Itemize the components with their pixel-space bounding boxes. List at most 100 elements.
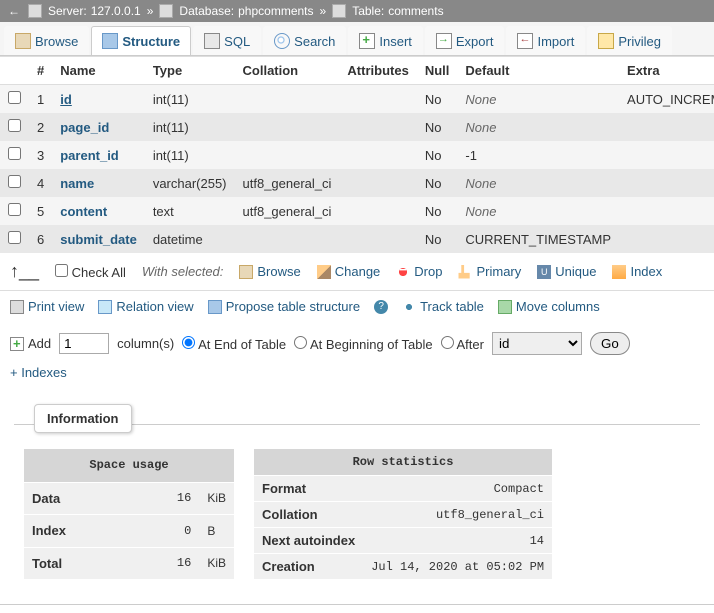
main-tabs: Browse Structure SQL Search Insert Expor… <box>0 22 714 56</box>
server-link[interactable]: 127.0.0.1 <box>91 4 141 18</box>
table-link[interactable]: comments <box>388 4 443 18</box>
back-arrow-icon[interactable]: ← <box>8 4 20 18</box>
move-columns[interactable]: Move columns <box>498 299 600 314</box>
tab-import[interactable]: Import <box>506 26 585 55</box>
stat-key: Creation <box>254 554 363 580</box>
table-row: 2page_idint(11)NoNone <box>0 113 714 141</box>
col-type: datetime <box>145 225 235 253</box>
col-num: 6 <box>29 225 52 253</box>
col-collation: utf8_general_ci <box>235 169 340 197</box>
sel-primary[interactable]: Primary <box>458 264 521 279</box>
row-checkbox[interactable] <box>8 91 21 104</box>
col-extra: AUTO_INCREMENT <box>619 85 714 114</box>
col-extra <box>619 141 714 169</box>
col-default: None <box>457 85 619 114</box>
sel-drop[interactable]: Drop <box>396 264 442 279</box>
after-column-select[interactable]: id <box>492 332 582 355</box>
pos-end-radio[interactable] <box>182 336 195 349</box>
col-extra <box>619 113 714 141</box>
col-null: No <box>417 113 458 141</box>
row-checkbox[interactable] <box>8 231 21 244</box>
col-attr-header[interactable]: Attributes <box>339 57 416 85</box>
col-default-header[interactable]: Default <box>457 57 619 85</box>
pos-after[interactable]: After <box>441 336 484 352</box>
propose-icon <box>208 300 222 314</box>
information-legend: Information <box>34 404 132 433</box>
move-icon <box>498 300 512 314</box>
propose-structure[interactable]: Propose table structure <box>208 299 360 314</box>
index-icon <box>612 265 626 279</box>
col-name[interactable]: submit_date <box>52 225 145 253</box>
col-type: int(11) <box>145 141 235 169</box>
help-icon[interactable]: ? <box>374 300 388 314</box>
server-icon <box>28 4 42 18</box>
row-checkbox[interactable] <box>8 119 21 132</box>
stat-key: Data <box>24 482 133 514</box>
tab-structure[interactable]: Structure <box>91 26 191 55</box>
sel-browse[interactable]: Browse <box>239 264 300 279</box>
go-button[interactable]: Go <box>590 332 630 355</box>
print-view[interactable]: Print view <box>10 299 84 314</box>
col-name[interactable]: page_id <box>52 113 145 141</box>
col-collation-header[interactable]: Collation <box>235 57 340 85</box>
tab-search[interactable]: Search <box>263 26 346 55</box>
structure-actions: Print view Relation view Propose table s… <box>0 291 714 322</box>
sel-change[interactable]: Change <box>317 264 381 279</box>
col-name[interactable]: parent_id <box>52 141 145 169</box>
col-extra-header[interactable]: Extra <box>619 57 714 85</box>
indexes-toggle[interactable]: + Indexes <box>0 365 714 390</box>
col-name-header[interactable]: Name <box>52 57 145 85</box>
server-label: Server: <box>48 4 87 18</box>
row-checkbox[interactable] <box>8 147 21 160</box>
tab-sql[interactable]: SQL <box>193 26 261 55</box>
table-row: 1idint(11)NoNoneAUTO_INCREMENT <box>0 85 714 114</box>
row-checkbox[interactable] <box>8 203 21 216</box>
col-null: No <box>417 225 458 253</box>
stat-val: 16 <box>133 547 199 579</box>
space-caption: Space usage <box>24 449 234 482</box>
col-name[interactable]: content <box>52 197 145 225</box>
tab-privileges[interactable]: Privileg <box>587 26 672 55</box>
pos-begin-radio[interactable] <box>294 336 307 349</box>
relation-icon <box>98 300 112 314</box>
col-num: 5 <box>29 197 52 225</box>
tab-export[interactable]: Export <box>425 26 505 55</box>
col-num-header: # <box>29 57 52 85</box>
col-num: 3 <box>29 141 52 169</box>
col-null-header[interactable]: Null <box>417 57 458 85</box>
check-all[interactable]: Check All <box>55 264 126 280</box>
stat-val: Jul 14, 2020 at 05:02 PM <box>363 554 552 580</box>
row-checkbox[interactable] <box>8 175 21 188</box>
stat-unit: B <box>199 515 234 547</box>
col-null: No <box>417 141 458 169</box>
browse-icon <box>239 265 253 279</box>
col-num: 1 <box>29 85 52 114</box>
track-table[interactable]: Track table <box>402 299 484 314</box>
browse-icon <box>15 33 31 49</box>
db-link[interactable]: phpcomments <box>238 4 313 18</box>
check-all-checkbox[interactable] <box>55 264 68 277</box>
pos-end[interactable]: At End of Table <box>182 336 286 352</box>
col-default: -1 <box>457 141 619 169</box>
col-type: int(11) <box>145 85 235 114</box>
sel-unique[interactable]: UUnique <box>537 264 596 279</box>
col-collation <box>235 225 340 253</box>
tab-insert[interactable]: Insert <box>348 26 423 55</box>
col-extra <box>619 197 714 225</box>
col-name[interactable]: name <box>52 169 145 197</box>
col-attr <box>339 197 416 225</box>
pos-after-radio[interactable] <box>441 336 454 349</box>
col-collation: utf8_general_ci <box>235 197 340 225</box>
col-attr <box>339 141 416 169</box>
pos-begin[interactable]: At Beginning of Table <box>294 336 433 352</box>
tab-browse[interactable]: Browse <box>4 26 89 55</box>
col-null: No <box>417 169 458 197</box>
col-name[interactable]: id <box>52 85 145 114</box>
stat-unit: KiB <box>199 482 234 514</box>
relation-view[interactable]: Relation view <box>98 299 193 314</box>
col-type-header[interactable]: Type <box>145 57 235 85</box>
key-icon <box>458 265 472 279</box>
sel-index[interactable]: Index <box>612 264 662 279</box>
add-count-input[interactable] <box>59 333 109 354</box>
col-num: 2 <box>29 113 52 141</box>
